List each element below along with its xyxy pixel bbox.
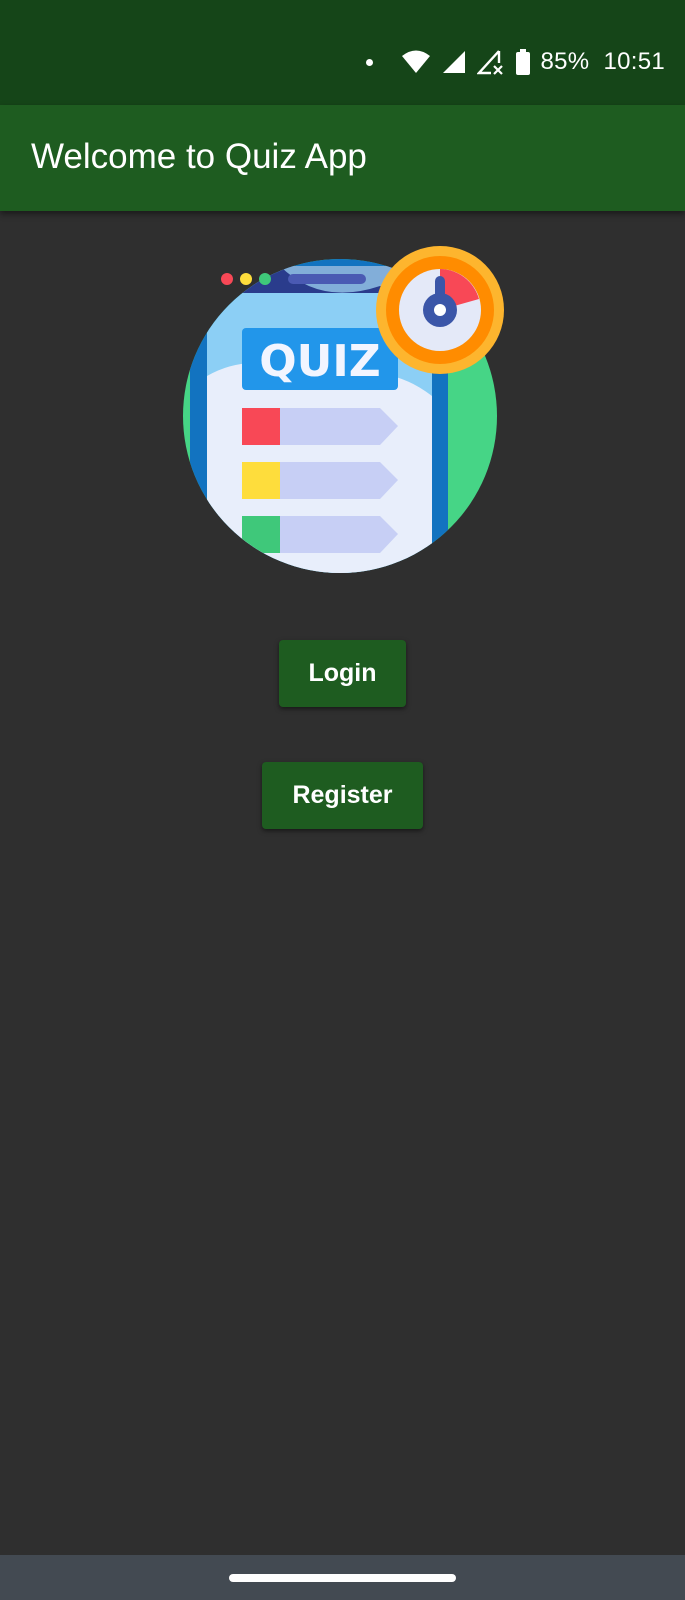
signal-icon <box>441 49 467 75</box>
navigation-bar <box>0 1555 685 1600</box>
register-button[interactable]: Register <box>262 762 423 829</box>
home-gesture-handle[interactable] <box>229 1574 456 1582</box>
status-bar: 85% 10:51 <box>0 0 685 105</box>
wifi-icon <box>401 50 431 74</box>
status-icons: 85% 10:51 <box>365 44 666 80</box>
battery-percent: 85% <box>540 48 590 75</box>
notification-dot-icon <box>365 58 373 66</box>
app-bar: Welcome to Quiz App <box>0 105 685 211</box>
quiz-logo-text: QUIZ <box>259 336 380 387</box>
clock: 10:51 <box>603 48 665 75</box>
login-button[interactable]: Login <box>279 640 406 707</box>
quiz-logo-image: QUIZ <box>180 246 510 576</box>
page-title: Welcome to Quiz App <box>31 137 367 176</box>
battery-icon <box>515 49 531 75</box>
no-signal-icon <box>476 49 505 75</box>
